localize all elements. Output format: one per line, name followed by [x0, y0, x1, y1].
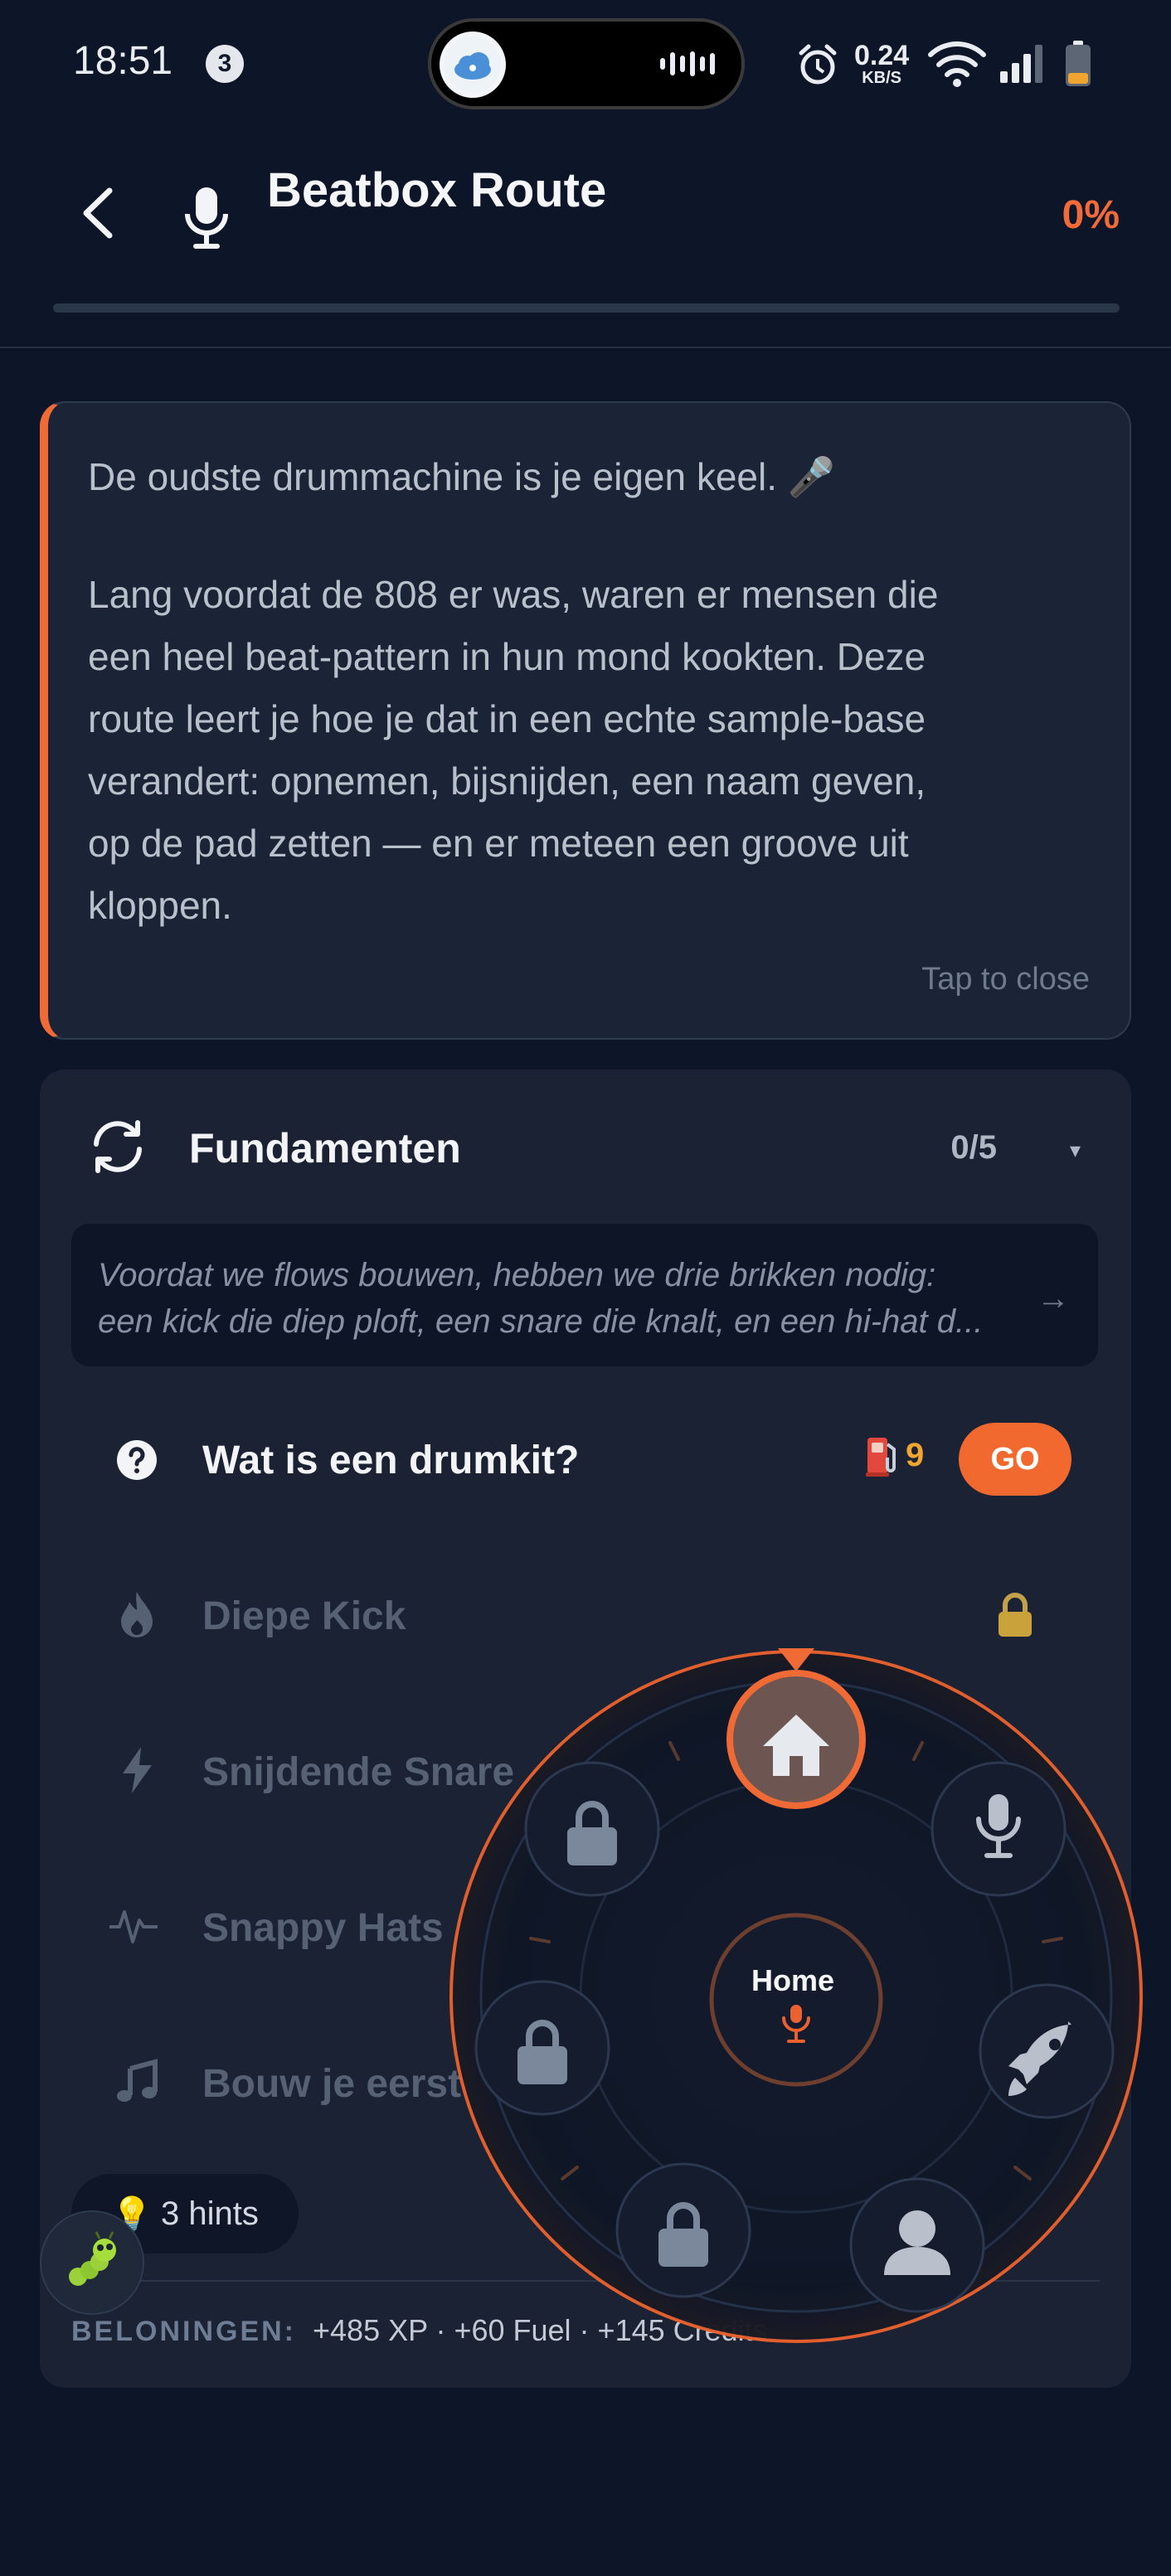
microphone-icon: [185, 187, 228, 249]
status-time: 18:51: [73, 39, 173, 83]
radial-locked-button[interactable]: [474, 1980, 614, 2119]
radial-locked-button[interactable]: [615, 2162, 755, 2302]
section-title[interactable]: Fundamenten: [189, 1124, 461, 1172]
cloud-app-icon: [440, 32, 506, 98]
collapse-caret-icon[interactable]: ▾: [1070, 1138, 1081, 1163]
fuel-pump-icon: [866, 1438, 896, 1477]
radial-center-label[interactable]: Home: [722, 1963, 864, 1998]
net-speed-value: 0.24: [854, 40, 910, 71]
radial-rocket-button[interactable]: [979, 1983, 1118, 2122]
hints-label: 3 hints: [160, 2195, 259, 2232]
net-speed: 0.24 KB/S: [854, 41, 909, 86]
page-title: Beatbox Route: [267, 163, 607, 217]
radial-mic-button[interactable]: [930, 1761, 1070, 1900]
intro-paragraph-line: verandert: opnemen, bijsnijden, een naam…: [88, 759, 926, 803]
intro-paragraph-line: Lang voordat de 808 er was, waren er men…: [88, 573, 939, 616]
sync-icon: [94, 1120, 142, 1173]
lesson-label-diepe-kick[interactable]: Diepe Kick: [202, 1594, 406, 1639]
question-icon: [108, 1431, 166, 1489]
intro-paragraph: Lang voordat de 808 er was, waren er men…: [88, 564, 1100, 937]
section-intro-text: Voordat we flows bouwen, hebben we drie …: [98, 1252, 1017, 1345]
flame-icon: [108, 1585, 166, 1643]
worm-icon: [69, 2231, 116, 2286]
rewards-label: BELONINGEN:: [71, 2316, 296, 2347]
notification-count-badge: 3: [206, 45, 244, 83]
lesson-label-snappy-hats[interactable]: Snappy Hats: [202, 1905, 444, 1951]
wifi-icon: [928, 41, 986, 87]
lesson-label-drumkit[interactable]: Wat is een drumkit?: [202, 1438, 579, 1483]
lesson-label-bouw-je-eerste[interactable]: Bouw je eerst: [202, 2061, 461, 2107]
tap-to-close-hint[interactable]: Tap to close: [838, 962, 1090, 997]
lightning-icon: [108, 1741, 166, 1799]
progress-percent: 0%: [1062, 193, 1120, 237]
radial-locked-button[interactable]: [524, 1761, 663, 1900]
lock-icon: [999, 1593, 1032, 1637]
fuel-cost-value: 9: [906, 1436, 925, 1473]
intro-paragraph-line: route leert je hoe je dat in een echte s…: [88, 697, 926, 740]
intro-first-line: De oudste drummachine is je eigen keel. …: [88, 455, 836, 498]
worm-mascot-button[interactable]: [40, 2210, 144, 2315]
header-divider: [0, 347, 1171, 348]
alarm-icon: [799, 44, 837, 85]
intro-paragraph-line: een heel beat-pattern in hun mond kookte…: [88, 635, 926, 678]
radial-profile-button[interactable]: [849, 2177, 989, 2316]
arrow-right-icon[interactable]: →: [1037, 1280, 1070, 1317]
signal-icon: [1000, 45, 1042, 83]
progress-bar: [53, 303, 1120, 313]
section-intro-line: een kick die diep ploft, een snare die k…: [98, 1303, 984, 1340]
go-button[interactable]: GO: [959, 1423, 1071, 1496]
fuel-cost: 9: [864, 1433, 924, 1477]
section-progress-count: 0/5: [950, 1129, 997, 1166]
radial-home-button[interactable]: [728, 1671, 867, 1811]
waveform-icon: [104, 1897, 163, 1955]
net-speed-unit: KB/S: [862, 69, 901, 87]
music-note-icon: [108, 2053, 166, 2111]
back-button[interactable]: [75, 184, 124, 242]
intro-paragraph-line: kloppen.: [88, 884, 232, 927]
section-intro-line: Voordat we flows bouwen, hebben we drie …: [98, 1257, 936, 1293]
intro-paragraph-line: op de pad zetten — en er meteen een groo…: [88, 822, 909, 865]
battery-icon: [1066, 41, 1091, 86]
audio-bars-icon: [660, 50, 715, 78]
